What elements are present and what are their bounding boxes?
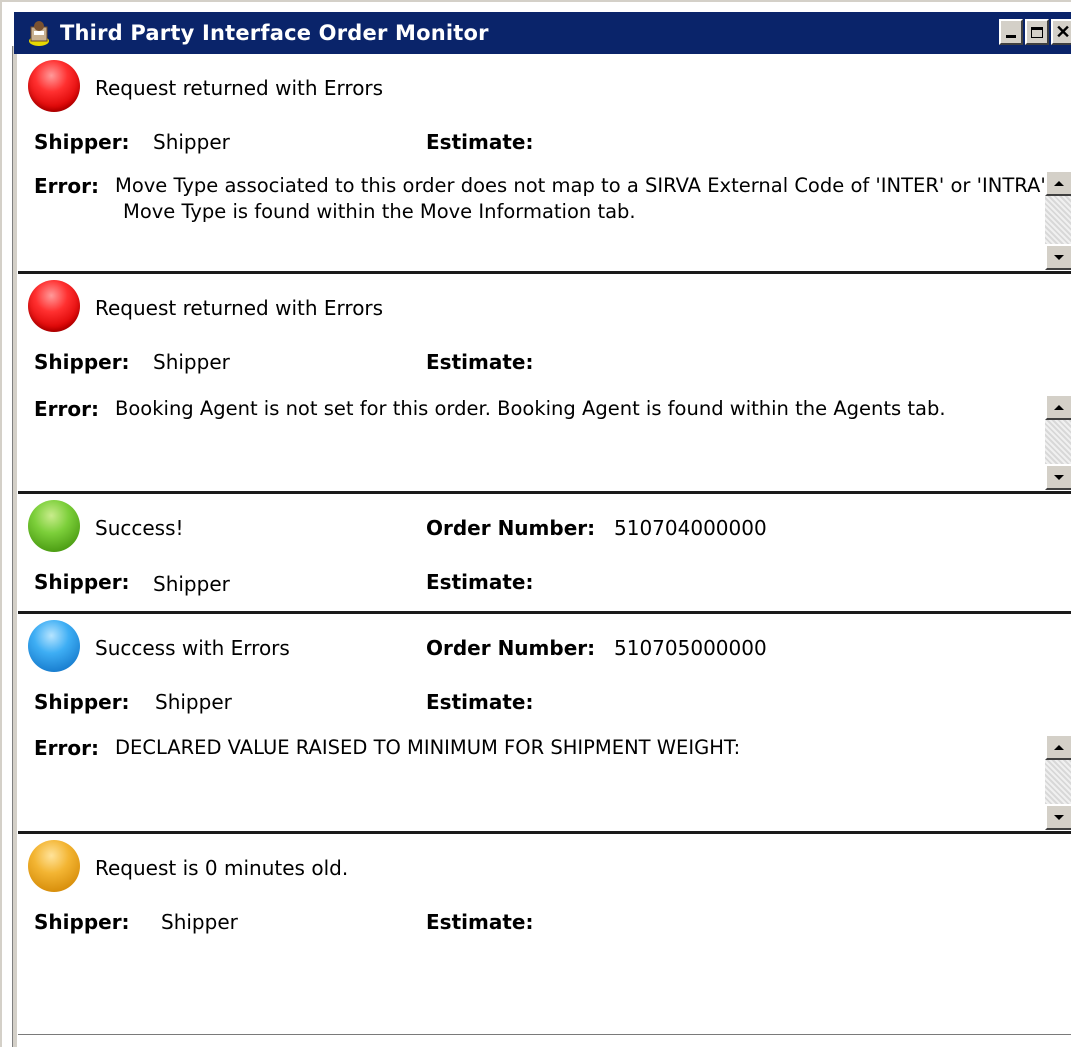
order-panel: Success! Order Number: 510704000000 Ship… bbox=[18, 494, 1071, 614]
status-indicator-error bbox=[28, 280, 80, 332]
status-indicator-success bbox=[28, 500, 80, 552]
title-bar[interactable]: Third Party Interface Order Monitor ✕ bbox=[14, 12, 1071, 54]
order-panel: Request returned with Errors Shipper: Sh… bbox=[18, 274, 1071, 494]
maximize-button[interactable] bbox=[1025, 19, 1049, 45]
scroll-up-icon bbox=[1054, 404, 1064, 410]
status-text: Success with Errors bbox=[95, 636, 290, 660]
estimate-label: Estimate: bbox=[426, 910, 534, 934]
order-number-value: 510705000000 bbox=[614, 636, 767, 660]
status-indicator-error bbox=[28, 60, 80, 112]
app-icon[interactable] bbox=[26, 18, 52, 48]
error-scrollbar[interactable] bbox=[1045, 734, 1071, 830]
estimate-label: Estimate: bbox=[426, 570, 534, 594]
order-panel: Request returned with Errors Shipper: Sh… bbox=[18, 54, 1071, 274]
shipper-label: Shipper: bbox=[34, 690, 130, 714]
status-text: Success! bbox=[95, 516, 184, 540]
shipper-label: Shipper: bbox=[34, 910, 130, 934]
order-number-label: Order Number: bbox=[426, 516, 596, 540]
scroll-down-icon bbox=[1054, 254, 1064, 260]
status-text: Request is 0 minutes old. bbox=[95, 856, 349, 880]
error-label: Error: bbox=[34, 397, 99, 421]
scroll-up-button[interactable] bbox=[1045, 170, 1071, 196]
order-number-value: 510704000000 bbox=[614, 516, 767, 540]
shipper-value: Shipper bbox=[153, 130, 230, 154]
error-scrollbar[interactable] bbox=[1045, 170, 1071, 270]
error-message-line1: Booking Agent is not set for this order.… bbox=[115, 397, 946, 420]
shipper-label: Shipper: bbox=[34, 570, 130, 594]
order-monitor-window: Third Party Interface Order Monitor ✕ Re… bbox=[0, 0, 1071, 1049]
error-label: Error: bbox=[34, 174, 99, 198]
estimate-label: Estimate: bbox=[426, 350, 534, 374]
error-message-line1: Move Type associated to this order does … bbox=[115, 174, 1052, 197]
order-panel: Success with Errors Order Number: 510705… bbox=[18, 614, 1071, 834]
close-icon: ✕ bbox=[1055, 22, 1071, 42]
shipper-value: Shipper bbox=[153, 572, 230, 596]
scroll-up-icon bbox=[1054, 180, 1064, 186]
scroll-down-button[interactable] bbox=[1045, 244, 1071, 270]
order-number-label: Order Number: bbox=[426, 636, 596, 660]
scroll-down-button[interactable] bbox=[1045, 464, 1071, 490]
shipper-label: Shipper: bbox=[34, 130, 130, 154]
scroll-down-icon bbox=[1054, 474, 1064, 480]
error-label: Error: bbox=[34, 736, 99, 760]
order-panel: Request is 0 minutes old. Shipper: Shipp… bbox=[18, 834, 1071, 1049]
scroll-down-button[interactable] bbox=[1045, 804, 1071, 830]
scroll-down-icon bbox=[1054, 814, 1064, 820]
estimate-label: Estimate: bbox=[426, 690, 534, 714]
error-scrollbar[interactable] bbox=[1045, 394, 1071, 490]
minimize-icon bbox=[1006, 35, 1016, 38]
status-text: Request returned with Errors bbox=[95, 76, 384, 100]
status-indicator-warning bbox=[28, 620, 80, 672]
close-button[interactable]: ✕ bbox=[1051, 19, 1071, 45]
shipper-value: Shipper bbox=[153, 350, 230, 374]
scroll-up-button[interactable] bbox=[1045, 394, 1071, 420]
shipper-label: Shipper: bbox=[34, 350, 130, 374]
estimate-label: Estimate: bbox=[426, 130, 534, 154]
error-message-line1: DECLARED VALUE RAISED TO MINIMUM FOR SHI… bbox=[115, 736, 741, 759]
status-indicator-pending bbox=[28, 840, 80, 892]
status-text: Request returned with Errors bbox=[95, 296, 384, 320]
scroll-up-button[interactable] bbox=[1045, 734, 1071, 760]
shipper-value: Shipper bbox=[161, 910, 238, 934]
shipper-value: Shipper bbox=[155, 690, 232, 714]
order-list: Request returned with Errors Shipper: Sh… bbox=[18, 54, 1071, 1049]
scroll-up-icon bbox=[1054, 744, 1064, 750]
window-title: Third Party Interface Order Monitor bbox=[60, 21, 489, 45]
minimize-button[interactable] bbox=[999, 19, 1023, 45]
panel-bottom-border bbox=[18, 1034, 1071, 1035]
maximize-icon bbox=[1031, 26, 1043, 38]
error-message-line2: Move Type is found within the Move Infor… bbox=[123, 200, 636, 223]
